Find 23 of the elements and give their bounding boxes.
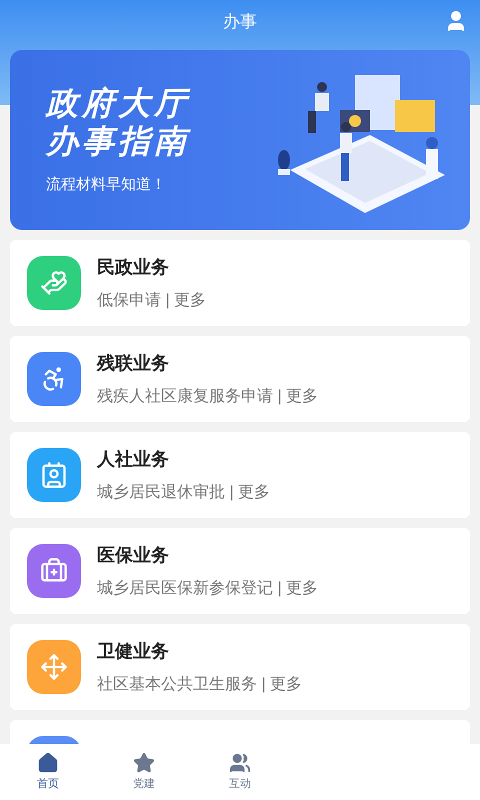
service-title: 残联业务 <box>97 352 170 374</box>
banner-subtitle: 流程材料早知道！ <box>46 174 167 195</box>
nav-tab[interactable]: 首页 <box>0 744 96 800</box>
service-card[interactable]: 残联业务 残疾人社区康复服务申请 | 更多 <box>10 336 470 422</box>
service-title: 民政业务 <box>97 256 170 278</box>
service-subtitle: 城乡居民医保新参保登记 | 更多 <box>97 578 318 598</box>
page-title: 办事 <box>223 11 257 34</box>
service-subtitle: 城乡居民退休审批 | 更多 <box>97 482 270 502</box>
service-subtitle: 低保申请 | 更多 <box>97 290 206 310</box>
service-card[interactable]: 民政业务 低保申请 | 更多 <box>10 240 470 326</box>
service-title: 卫健业务 <box>97 640 170 662</box>
service-subtitle: 社区基本公共卫生服务 | 更多 <box>97 674 302 694</box>
nav-tab[interactable]: 党建 <box>96 744 192 800</box>
banner-title: 政府大厅 <box>46 84 190 122</box>
banner-title: 办事指南 <box>46 122 190 160</box>
service-subtitle: 残疾人社区康复服务申请 | 更多 <box>97 386 318 406</box>
service-title: 人社业务 <box>97 448 170 470</box>
service-title: 医保业务 <box>97 544 170 566</box>
banner-card[interactable]: 政府大厅 办事指南 流程材料早知道！ <box>10 50 470 230</box>
service-card[interactable]: 医保业务 城乡居民医保新参保登记 | 更多 <box>10 528 470 614</box>
nav-tab[interactable]: 互动 <box>192 744 288 800</box>
service-card[interactable]: 卫健业务 社区基本公共卫生服务 | 更多 <box>10 624 470 710</box>
service-card[interactable]: 人社业务 城乡居民退休审批 | 更多 <box>10 432 470 518</box>
